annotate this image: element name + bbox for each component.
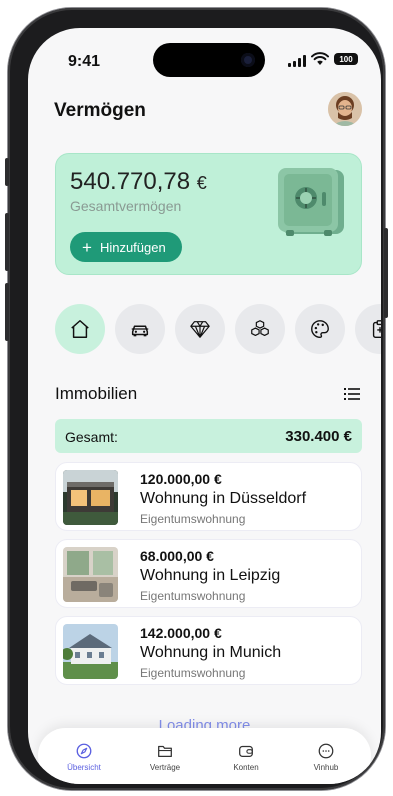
- plus-icon: +: [82, 237, 92, 257]
- tab-label: Verträge: [149, 763, 181, 772]
- avatar[interactable]: [328, 92, 362, 126]
- property-type: Eigentumswohnung: [140, 666, 246, 680]
- status-bar: 9:41 100: [28, 28, 381, 82]
- volume-down-button: [5, 283, 9, 341]
- status-time: 9:41: [68, 53, 101, 70]
- property-price: 142.000,00 €: [140, 625, 222, 641]
- signal-icon: [288, 55, 306, 67]
- phone-frame: 9:41 100 Vermögen 540.770,78 € Gesamtver…: [5, 8, 388, 790]
- category-jewelry[interactable]: [175, 304, 225, 354]
- clipboard-icon: [372, 320, 381, 338]
- camera-icon: [241, 53, 255, 67]
- compass-icon: [76, 743, 92, 759]
- palette-icon: [311, 320, 329, 338]
- category-selector: [55, 304, 381, 354]
- category-real-estate[interactable]: [55, 304, 105, 354]
- section-total-label: Gesamt:: [65, 429, 118, 445]
- property-name: Wohnung in Düsseldorf: [140, 490, 307, 507]
- boxes-icon: [251, 320, 269, 337]
- total-amount: 540.770,78 €: [70, 168, 207, 196]
- section-total-value: 330.400 €: [285, 428, 352, 445]
- tab-accounts[interactable]: Konten: [216, 742, 276, 772]
- tab-label: Konten: [233, 763, 259, 772]
- tab-contracts[interactable]: Verträge: [135, 742, 195, 772]
- category-goods[interactable]: [235, 304, 285, 354]
- total-assets-card: 540.770,78 € Gesamtvermögen + Hinzufügen: [55, 153, 362, 275]
- page-title: Vermögen: [54, 100, 146, 121]
- category-art[interactable]: [295, 304, 345, 354]
- screen: 9:41 100 Vermögen 540.770,78 € Gesamtver…: [28, 28, 381, 784]
- property-item[interactable]: 68.000,00 € Wohnung in Leipzig Eigentums…: [55, 539, 362, 608]
- total-label: Gesamtvermögen: [70, 198, 182, 214]
- property-thumbnail: [63, 547, 118, 602]
- category-other[interactable]: [355, 304, 381, 354]
- property-item[interactable]: 120.000,00 € Wohnung in Düsseldorf Eigen…: [55, 462, 362, 531]
- property-type: Eigentumswohnung: [140, 589, 246, 603]
- battery-icon: 100: [334, 53, 358, 65]
- add-button-label: Hinzufügen: [99, 239, 166, 255]
- property-thumbnail: [63, 470, 118, 525]
- tab-vinhub[interactable]: Vinhub: [296, 742, 356, 772]
- property-name: Wohnung in Leipzig: [140, 567, 281, 584]
- safe-icon: [278, 168, 344, 236]
- property-item[interactable]: 142.000,00 € Wohnung in Munich Eigentums…: [55, 616, 362, 685]
- tab-label: Vinhub: [313, 763, 339, 772]
- chat-icon: [318, 743, 334, 759]
- property-price: 68.000,00 €: [140, 548, 214, 564]
- property-type: Eigentumswohnung: [140, 512, 246, 526]
- total-amount-value: 540.770,78: [70, 168, 191, 195]
- tab-bar: Übersicht Verträge Konten Vinhub: [38, 728, 371, 784]
- car-icon: [131, 325, 149, 337]
- avatar-image: [328, 92, 362, 126]
- property-name: Wohnung in Munich: [140, 644, 282, 661]
- diamond-icon: [190, 321, 210, 338]
- volume-up-button: [5, 213, 9, 271]
- total-amount-currency: €: [196, 173, 207, 193]
- add-button[interactable]: + Hinzufügen: [70, 232, 182, 262]
- house-icon: [71, 320, 89, 338]
- wallet-icon: [239, 745, 253, 758]
- mute-switch: [5, 158, 9, 186]
- section-total-bar: Gesamt: 330.400 €: [55, 419, 362, 453]
- tab-label: Übersicht: [67, 763, 101, 772]
- category-vehicles[interactable]: [115, 304, 165, 354]
- section-title: Immobilien: [55, 384, 138, 403]
- wifi-icon: [311, 52, 329, 65]
- property-price: 120.000,00 €: [140, 471, 222, 487]
- folder-icon: [158, 745, 172, 758]
- power-button: [384, 228, 388, 318]
- list-view-icon[interactable]: [344, 387, 360, 401]
- property-thumbnail: [63, 624, 118, 679]
- tab-overview[interactable]: Übersicht: [54, 742, 114, 772]
- dynamic-island: [153, 43, 265, 77]
